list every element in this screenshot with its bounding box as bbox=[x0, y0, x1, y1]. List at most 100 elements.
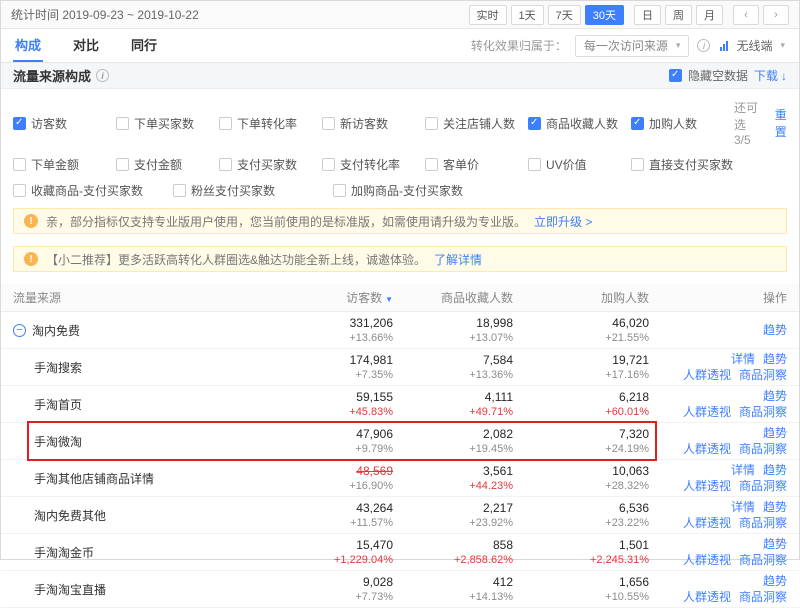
info-icon[interactable]: i bbox=[697, 39, 711, 52]
action-link[interactable]: 商品洞察 bbox=[739, 404, 787, 420]
action-link[interactable]: 人群透视 bbox=[683, 589, 731, 605]
next-button[interactable]: › bbox=[763, 4, 789, 25]
cart-change: +24.19% bbox=[605, 442, 649, 455]
action-link[interactable]: 趋势 bbox=[763, 351, 787, 367]
collect-cell: 2,082 +19.45% bbox=[393, 427, 513, 456]
metric-checkbox-item[interactable]: 下单买家数 bbox=[116, 115, 219, 132]
sort-desc-icon[interactable]: ▼ bbox=[385, 295, 393, 304]
checkbox-icon[interactable] bbox=[219, 116, 232, 130]
range-button[interactable]: 1天 bbox=[510, 4, 544, 25]
checkbox-icon[interactable] bbox=[13, 116, 26, 130]
checkbox-icon[interactable] bbox=[528, 116, 541, 130]
cart-change: +23.22% bbox=[605, 516, 649, 529]
action-link[interactable]: 商品洞察 bbox=[739, 478, 787, 494]
action-link[interactable]: 商品洞察 bbox=[739, 589, 787, 605]
table-header: 流量来源 访客数 ▼ 商品收藏人数 加购人数 操作 bbox=[1, 284, 799, 312]
checkbox-icon[interactable] bbox=[631, 158, 644, 171]
download-button[interactable]: 下载 ↓ bbox=[754, 67, 787, 84]
checkbox-icon[interactable] bbox=[173, 184, 186, 197]
source-attribution-select[interactable]: 每一次访问来源 ▾ bbox=[574, 34, 690, 57]
tab[interactable]: 对比 bbox=[71, 29, 101, 62]
metric-checkbox-item[interactable]: UV价值 bbox=[528, 156, 631, 173]
checkbox-icon[interactable] bbox=[425, 158, 438, 171]
period-button[interactable]: 周 bbox=[665, 4, 692, 25]
metric-checkbox-item[interactable]: 支付买家数 bbox=[219, 156, 322, 173]
checkbox-icon[interactable] bbox=[425, 116, 438, 130]
action-link[interactable]: 趋势 bbox=[763, 322, 787, 338]
visitors-value: 331,206 bbox=[349, 315, 393, 330]
checkbox-icon[interactable] bbox=[322, 158, 335, 171]
notice-link[interactable]: 了解详情 bbox=[434, 251, 482, 268]
actions-cell: 趋势 bbox=[649, 322, 787, 338]
action-link[interactable]: 人群透视 bbox=[683, 515, 731, 531]
prev-button[interactable]: ‹ bbox=[733, 4, 759, 25]
action-link[interactable]: 人群透视 bbox=[683, 478, 731, 494]
terminal-select[interactable]: 无线端 ▾ bbox=[718, 34, 787, 57]
traffic-source-name: 手淘其他店铺商品详情 bbox=[34, 471, 155, 486]
actions-cell: 趋势 人群透视 商品洞察 bbox=[649, 536, 787, 568]
action-link[interactable]: 商品洞察 bbox=[739, 515, 787, 531]
visitors-value: 59,155 bbox=[356, 389, 393, 404]
range-button[interactable]: 实时 bbox=[468, 4, 507, 25]
action-link[interactable]: 商品洞察 bbox=[739, 441, 787, 457]
period-button[interactable]: 月 bbox=[696, 4, 723, 25]
checkbox-icon[interactable] bbox=[13, 184, 26, 197]
range-button[interactable]: 7天 bbox=[547, 4, 581, 25]
metric-checkbox-item[interactable]: 访客数 bbox=[13, 115, 116, 132]
notice-link[interactable]: 立即升级 > bbox=[534, 213, 592, 230]
collect-change: +49.71% bbox=[469, 405, 513, 418]
cart-value: 46,020 bbox=[612, 315, 649, 330]
range-button[interactable]: 30天 bbox=[584, 4, 624, 25]
metric-checkbox-item[interactable]: 支付金额 bbox=[116, 156, 219, 173]
action-link[interactable]: 趋势 bbox=[763, 388, 787, 404]
metric-checkbox-item[interactable]: 商品收藏人数 bbox=[528, 115, 631, 132]
metric-checkbox-item[interactable]: 新访客数 bbox=[322, 115, 425, 132]
action-link[interactable]: 趋势 bbox=[763, 499, 787, 515]
reset-button[interactable]: 重置 bbox=[775, 106, 787, 140]
collect-value: 4,111 bbox=[484, 389, 513, 404]
metric-checkbox-item[interactable]: 加购人数 bbox=[631, 115, 734, 132]
checkbox-icon[interactable] bbox=[528, 158, 541, 171]
table-row: − 手淘首页 59,155 +45.83% 4,111 +49.71% 6,21… bbox=[1, 386, 799, 423]
action-link[interactable]: 详情 bbox=[731, 351, 755, 367]
metric-checkbox-item[interactable]: 收藏商品-支付买家数 bbox=[13, 182, 173, 199]
collapse-icon[interactable]: − bbox=[13, 323, 26, 337]
action-link[interactable]: 趋势 bbox=[763, 425, 787, 441]
checkbox-icon[interactable] bbox=[322, 116, 335, 130]
action-link[interactable]: 趋势 bbox=[763, 462, 787, 478]
tab[interactable]: 构成 bbox=[13, 29, 44, 62]
action-link[interactable]: 人群透视 bbox=[683, 441, 731, 457]
tab[interactable]: 同行 bbox=[129, 29, 159, 62]
tabs: 构成 对比 同行 bbox=[13, 29, 159, 62]
action-link[interactable]: 趋势 bbox=[763, 536, 787, 552]
metric-checkbox-item[interactable]: 加购商品-支付买家数 bbox=[333, 182, 493, 199]
metric-checkbox-item[interactable]: 下单转化率 bbox=[219, 115, 322, 132]
action-link[interactable]: 人群透视 bbox=[683, 404, 731, 420]
checkbox-icon[interactable] bbox=[13, 158, 26, 171]
checkbox-icon[interactable] bbox=[333, 184, 346, 197]
action-link[interactable]: 趋势 bbox=[763, 573, 787, 589]
period-button[interactable]: 日 bbox=[634, 4, 661, 25]
metric-checkbox-item[interactable]: 粉丝支付买家数 bbox=[173, 182, 333, 199]
traffic-source-cell: − 手淘淘金币 bbox=[13, 544, 193, 561]
info-icon[interactable]: i bbox=[96, 69, 110, 82]
metric-checkbox-item[interactable]: 支付转化率 bbox=[322, 156, 425, 173]
metric-checkbox-item[interactable]: 下单金额 bbox=[13, 156, 116, 173]
hide-empty-checkbox[interactable] bbox=[668, 69, 682, 82]
action-link[interactable]: 详情 bbox=[731, 499, 755, 515]
metric-checkbox-item[interactable]: 客单价 bbox=[425, 156, 528, 173]
action-link[interactable]: 商品洞察 bbox=[739, 367, 787, 383]
traffic-source-name: 手淘淘宝直播 bbox=[34, 582, 107, 597]
action-link[interactable]: 详情 bbox=[731, 462, 755, 478]
metric-checkbox-item[interactable]: 直接支付买家数 bbox=[631, 156, 734, 173]
checkbox-icon[interactable] bbox=[631, 116, 644, 130]
checkbox-icon[interactable] bbox=[116, 158, 129, 171]
action-link[interactable]: 人群透视 bbox=[683, 552, 731, 568]
metric-checkbox-item[interactable]: 关注店铺人数 bbox=[425, 115, 528, 132]
action-link[interactable]: 人群透视 bbox=[683, 367, 731, 383]
action-link[interactable]: 商品洞察 bbox=[739, 552, 787, 568]
cart-cell: 10,063 +28.32% bbox=[513, 464, 649, 493]
visitors-value: 47,906 bbox=[356, 426, 393, 441]
checkbox-icon[interactable] bbox=[219, 158, 232, 171]
checkbox-icon[interactable] bbox=[116, 116, 129, 130]
